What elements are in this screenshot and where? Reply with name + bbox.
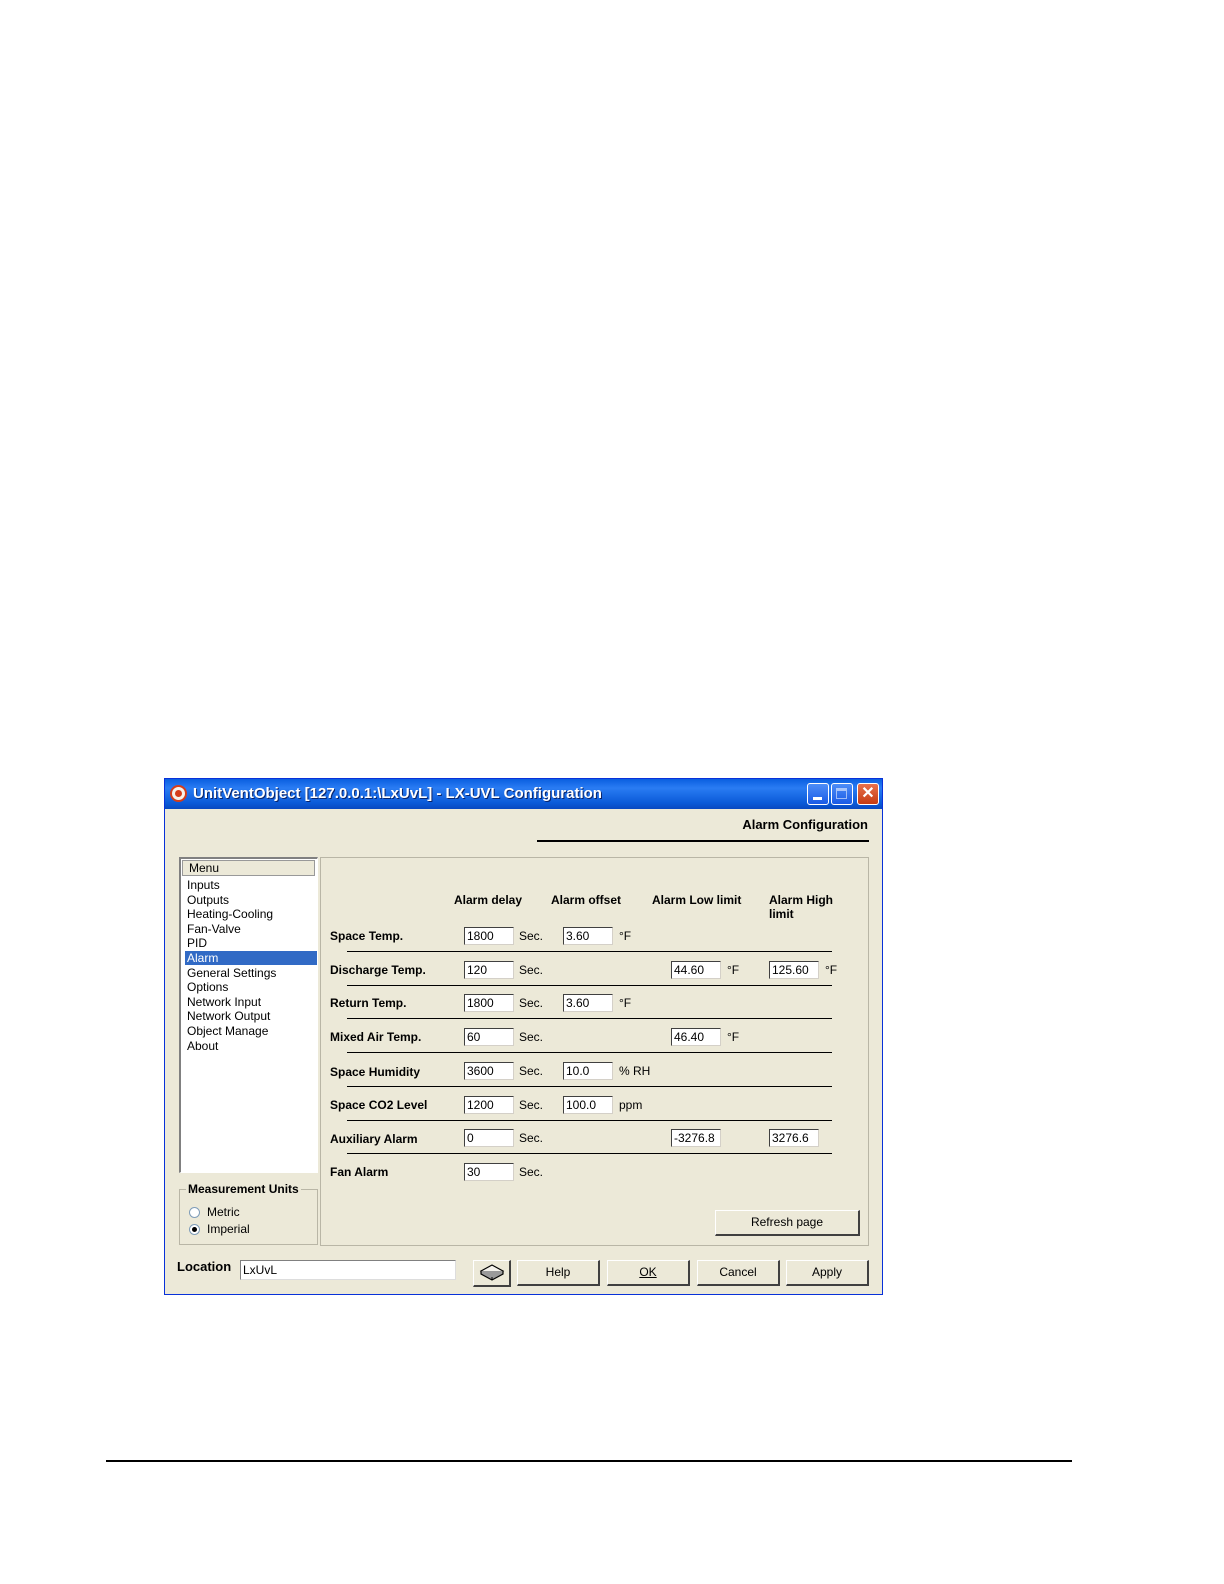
row-separator (347, 1153, 832, 1154)
measurement-units-group: Measurement Units Metric Imperial (179, 1182, 318, 1245)
mixed-air-temp-delay-input[interactable]: 60 (464, 1028, 514, 1046)
unit-label: Sec. (519, 1030, 544, 1044)
minimize-icon (813, 797, 822, 800)
mixed-air-temp-low-input[interactable]: 46.40 (671, 1028, 721, 1046)
unit-label: °F (727, 963, 740, 977)
window-title: UnitVentObject [127.0.0.1:\LxUvL] - LX-U… (193, 785, 602, 802)
imperial-radio[interactable] (189, 1224, 200, 1235)
unit-label: % RH (619, 1064, 651, 1078)
row-separator (347, 1018, 832, 1019)
discharge-temp-low-input[interactable]: 44.60 (671, 961, 721, 979)
unit-label: °F (619, 996, 632, 1010)
return-temp-delay-input[interactable]: 1800 (464, 994, 514, 1012)
row-separator (347, 1052, 832, 1053)
space-humidity-offset-input[interactable]: 10.0 (563, 1062, 613, 1080)
row-label-fan-alarm: Fan Alarm (330, 1165, 389, 1179)
heading-underline (537, 840, 869, 842)
unit-label: Sec. (519, 1165, 544, 1179)
col-alarm-high-line2: limit (769, 907, 794, 921)
title-bar[interactable]: UnitVentObject [127.0.0.1:\LxUvL] - LX-U… (165, 779, 882, 809)
refresh-page-button[interactable]: Refresh page (715, 1210, 860, 1236)
row-label-discharge-temp: Discharge Temp. (330, 963, 426, 977)
space-temp-delay-input[interactable]: 1800 (464, 927, 514, 945)
discharge-temp-delay-input[interactable]: 120 (464, 961, 514, 979)
menu-list[interactable]: Menu Inputs Outputs Heating-Cooling Fan-… (179, 857, 318, 1173)
apply-button[interactable]: Apply (786, 1260, 869, 1286)
auxiliary-alarm-high-input[interactable]: 3276.6 (769, 1129, 819, 1147)
metric-radio[interactable] (189, 1207, 200, 1218)
space-temp-offset-input[interactable]: 3.60 (563, 927, 613, 945)
close-button[interactable]: ✕ (857, 783, 879, 805)
metric-label[interactable]: Metric (207, 1205, 240, 1219)
unit-label: Sec. (519, 1098, 544, 1112)
menu-item-heating-cooling[interactable]: Heating-Cooling (185, 907, 317, 921)
row-label-space-temp: Space Temp. (330, 929, 404, 943)
measurement-units-legend: Measurement Units (186, 1182, 301, 1196)
row-label-auxiliary-alarm: Auxiliary Alarm (330, 1132, 418, 1146)
row-separator (347, 951, 832, 952)
unit-label: Sec. (519, 1064, 544, 1078)
book-icon (479, 1264, 504, 1281)
auxiliary-alarm-delay-input[interactable]: 0 (464, 1129, 514, 1147)
row-label-return-temp: Return Temp. (330, 996, 407, 1010)
fan-alarm-delay-input[interactable]: 30 (464, 1163, 514, 1181)
row-separator (347, 1086, 832, 1087)
menu-item-options[interactable]: Options (185, 980, 317, 994)
col-alarm-delay: Alarm delay (454, 893, 523, 907)
row-label-space-co2: Space CO2 Level (330, 1098, 428, 1112)
return-temp-offset-input[interactable]: 3.60 (563, 994, 613, 1012)
unit-label: °F (619, 929, 632, 943)
unit-label: Sec. (519, 1131, 544, 1145)
ok-button[interactable]: OK (607, 1260, 690, 1286)
row-label-space-humidity: Space Humidity (330, 1065, 421, 1079)
unit-label: °F (825, 963, 838, 977)
space-humidity-delay-input[interactable]: 3600 (464, 1062, 514, 1080)
col-alarm-offset: Alarm offset (551, 893, 622, 907)
discharge-temp-high-input[interactable]: 125.60 (769, 961, 819, 979)
menu-item-fan-valve[interactable]: Fan-Valve (185, 922, 317, 936)
auxiliary-alarm-low-input[interactable]: -3276.8 (671, 1129, 721, 1147)
app-icon[interactable] (170, 785, 187, 802)
location-label: Location (177, 1259, 232, 1274)
row-separator (347, 1120, 832, 1121)
unit-label: ppm (619, 1098, 643, 1112)
unit-label: Sec. (519, 963, 544, 977)
menu-item-network-output[interactable]: Network Output (185, 1009, 317, 1023)
menu-header: Menu (182, 860, 315, 876)
page-heading: Alarm Configuration (742, 817, 868, 832)
menu-item-general-settings[interactable]: General Settings (185, 966, 317, 980)
minimize-button[interactable] (807, 783, 829, 805)
unit-label: Sec. (519, 996, 544, 1010)
menu-item-network-input[interactable]: Network Input (185, 995, 317, 1009)
row-separator (347, 985, 832, 986)
col-alarm-low-limit: Alarm Low limit (652, 893, 742, 907)
menu-item-alarm[interactable]: Alarm (185, 951, 317, 965)
location-input[interactable]: LxUvL (240, 1260, 456, 1280)
page-footer-rule (106, 1460, 1072, 1462)
menu-item-outputs[interactable]: Outputs (185, 893, 317, 907)
row-label-mixed-air-temp: Mixed Air Temp. (330, 1030, 422, 1044)
cancel-button[interactable]: Cancel (697, 1260, 780, 1286)
col-alarm-high-line1: Alarm High (769, 893, 834, 907)
close-icon: ✕ (861, 785, 875, 802)
col-alarm-high-limit: Alarm High limit (769, 893, 833, 921)
menu-item-pid[interactable]: PID (185, 936, 317, 950)
imperial-label[interactable]: Imperial (207, 1222, 250, 1236)
maximize-button[interactable] (831, 783, 853, 805)
unit-label: Sec. (519, 929, 544, 943)
unit-label: °F (727, 1030, 740, 1044)
menu-item-about[interactable]: About (185, 1039, 317, 1053)
help-button[interactable]: Help (517, 1260, 600, 1286)
menu-item-inputs[interactable]: Inputs (185, 878, 317, 892)
maximize-icon (836, 788, 847, 799)
space-co2-delay-input[interactable]: 1200 (464, 1096, 514, 1114)
config-window: UnitVentObject [127.0.0.1:\LxUvL] - LX-U… (164, 778, 883, 1295)
space-co2-offset-input[interactable]: 100.0 (563, 1096, 613, 1114)
book-button[interactable] (473, 1260, 511, 1287)
menu-item-object-manage[interactable]: Object Manage (185, 1024, 317, 1038)
